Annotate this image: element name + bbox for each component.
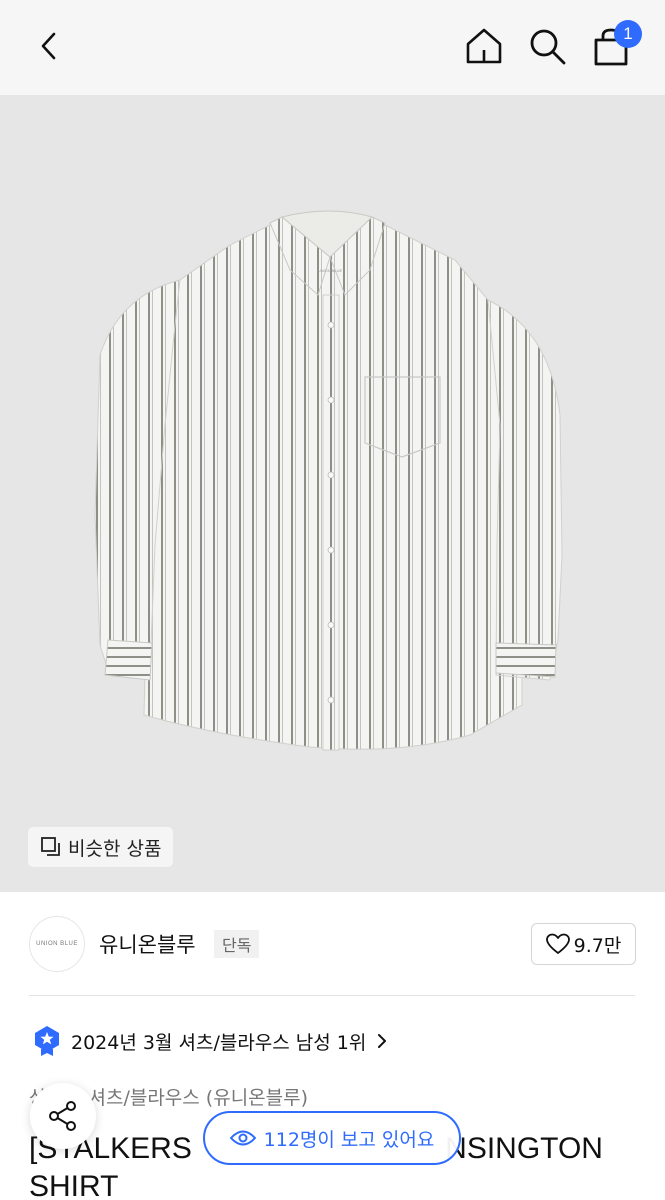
viewers-text: 112명이 보고 있어요 [263, 1128, 435, 1151]
divider [29, 995, 635, 996]
category-text: 셔츠/블라우스 (유니온블루) [88, 1087, 309, 1109]
chevron-left-icon [41, 32, 56, 60]
product-image[interactable]: UNION BLUE 비슷한 상품 [0, 95, 665, 892]
product-title-right: NSINGTON [445, 1132, 603, 1165]
brand-name[interactable]: 유니온블루 [99, 929, 196, 959]
home-icon [466, 28, 502, 64]
product-title-second-line: SHIRT [29, 1170, 119, 1200]
viewers-indicator: 112명이 보고 있어요 [203, 1111, 461, 1165]
copy-squares-icon [41, 837, 60, 856]
like-count: 9.7만 [573, 934, 622, 957]
cart-button[interactable]: 1 [587, 20, 642, 70]
ranking-text: 2024년 3월 셔츠/블라우스 남성 1위 [71, 1031, 367, 1054]
share-icon [49, 1101, 76, 1131]
search-icon [530, 29, 566, 65]
similar-products-label: 비슷한 상품 [68, 837, 162, 860]
heart-icon [545, 933, 570, 954]
shirt-illustration: UNION BLUE [94, 210, 563, 751]
brand-logo[interactable]: UNION BLUE [29, 916, 85, 972]
home-button[interactable] [460, 22, 508, 70]
like-button[interactable]: 9.7만 [531, 923, 636, 965]
share-button[interactable] [30, 1083, 96, 1149]
back-button[interactable] [26, 22, 74, 70]
similar-products-button[interactable]: 비슷한 상품 [28, 827, 174, 867]
brand-logo-text: UNION BLUE [36, 941, 78, 947]
chevron-right-icon [378, 1034, 387, 1048]
exclusive-badge: 단독 [214, 930, 260, 958]
ranking-medal-icon [35, 1026, 59, 1056]
eye-icon [229, 1130, 256, 1146]
cart-count-badge: 1 [614, 20, 642, 48]
search-button[interactable] [523, 22, 571, 70]
shirt-neck-label: UNION BLUE [318, 268, 343, 273]
top-bar: 1 [0, 0, 665, 95]
brand-row: UNION BLUE 유니온블루 단독 9.7만 [0, 892, 665, 996]
ranking-link[interactable]: 2024년 3월 셔츠/블라우스 남성 1위 [33, 1023, 388, 1059]
